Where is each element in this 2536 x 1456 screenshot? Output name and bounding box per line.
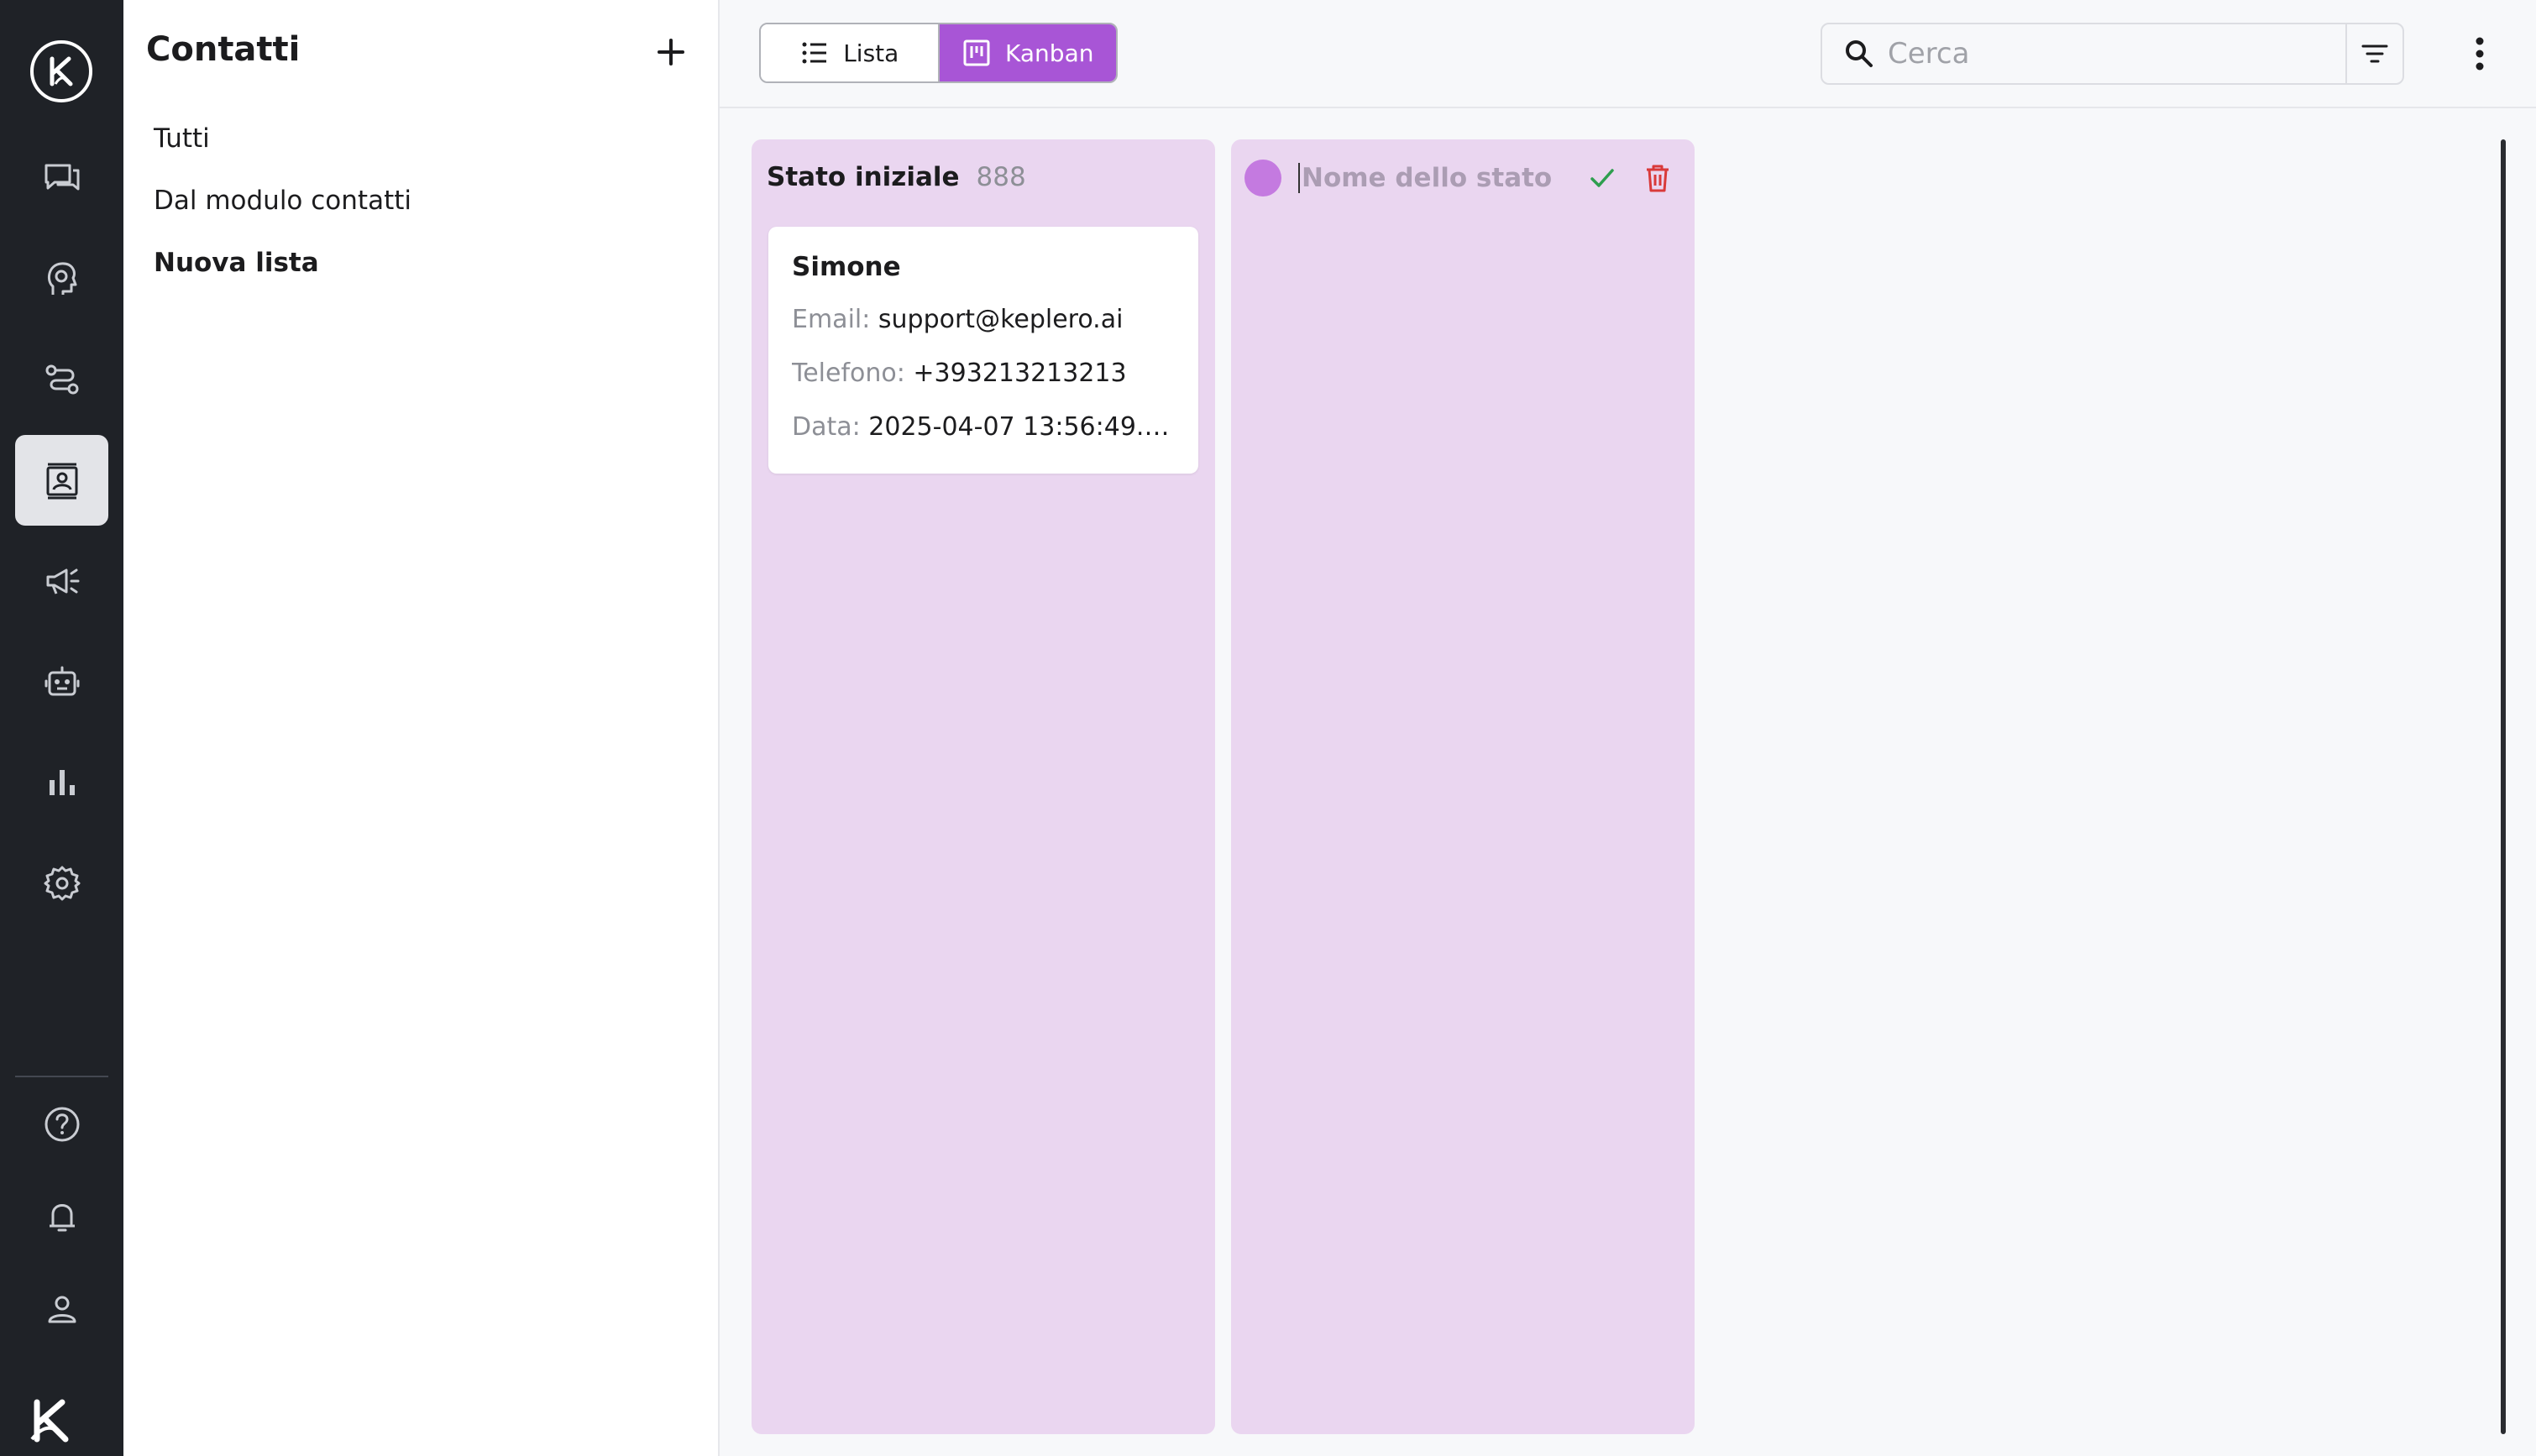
chart-icon[interactable]	[15, 737, 108, 828]
robot-icon[interactable]	[15, 636, 108, 727]
check-icon	[1590, 169, 1614, 187]
megaphone-icon[interactable]	[15, 536, 108, 626]
help-icon[interactable]	[15, 1079, 108, 1170]
settings-icon[interactable]	[15, 838, 108, 929]
bell-icon[interactable]	[15, 1171, 108, 1262]
contact-date-row: Data: 2025-04-07 13:56:49.4...	[792, 413, 1175, 467]
email-value: support@keplero.ai	[878, 306, 1124, 334]
trash-icon	[1647, 165, 1669, 192]
delete-state-button[interactable]	[1641, 161, 1674, 195]
kanban-column: Stato iniziale 888 Simone Email: support…	[752, 139, 1215, 1434]
chat-icon[interactable]	[15, 133, 108, 223]
list-item-nuova-lista[interactable]: Nuova lista	[154, 242, 411, 304]
logo-icon[interactable]	[30, 40, 92, 102]
rail-divider	[15, 1076, 108, 1077]
lightbulb-head-icon[interactable]	[15, 233, 108, 324]
more-options-button[interactable]	[2461, 30, 2498, 77]
search-input[interactable]	[1888, 37, 2358, 71]
date-value: 2025-04-07 13:56:49.4...	[868, 413, 1175, 442]
contact-name: Simone	[792, 252, 901, 282]
view-kanban-button[interactable]: Kanban	[939, 24, 1116, 81]
view-list-button[interactable]: Lista	[761, 24, 940, 81]
view-list-label: Lista	[843, 39, 899, 67]
phone-value: +393213213213	[913, 359, 1127, 388]
workflow-icon[interactable]	[15, 334, 108, 425]
search-icon	[1846, 40, 1873, 67]
search-box	[1821, 23, 2404, 85]
contacts-icon[interactable]	[15, 435, 108, 526]
column-name: Stato iniziale	[767, 162, 960, 192]
contact-card[interactable]: Simone Email: support@keplero.ai Telefon…	[768, 227, 1198, 474]
contact-phone-row: Telefono: +393213213213	[792, 359, 1175, 413]
new-state-editor	[1244, 156, 1681, 200]
more-vertical-icon	[2476, 37, 2484, 71]
panel-title: Contatti	[146, 30, 301, 69]
date-label: Data:	[792, 413, 861, 442]
lists-menu: Tutti Dal modulo contatti Nuova lista	[154, 118, 411, 304]
add-list-button[interactable]	[652, 34, 689, 71]
filter-icon	[2361, 45, 2388, 63]
kanban-icon	[963, 39, 990, 66]
brand-logo-icon	[29, 1397, 79, 1444]
state-color-picker[interactable]	[1244, 160, 1281, 196]
filter-button[interactable]	[2345, 24, 2402, 83]
view-toggle: Lista Kanban	[759, 23, 1118, 83]
phone-label: Telefono:	[792, 359, 905, 388]
email-label: Email:	[792, 306, 871, 334]
confirm-state-button[interactable]	[1585, 161, 1619, 195]
toolbar: Lista Kanban	[720, 0, 2536, 108]
list-item-dal-modulo-contatti[interactable]: Dal modulo contatti	[154, 180, 411, 242]
nav-rail	[0, 0, 123, 1456]
user-icon[interactable]	[15, 1264, 108, 1354]
column-header: Stato iniziale 888	[767, 156, 1026, 198]
contact-email-row: Email: support@keplero.ai	[792, 306, 1175, 359]
view-kanban-label: Kanban	[1005, 39, 1094, 67]
new-state-column	[1231, 139, 1695, 1434]
lists-panel: Contatti Tutti Dal modulo contatti Nuova…	[123, 0, 720, 1456]
plus-icon	[658, 39, 684, 65]
board-scrollbar[interactable]	[2501, 139, 2506, 1434]
list-icon	[802, 42, 827, 64]
list-item-tutti[interactable]: Tutti	[154, 118, 411, 180]
column-count: 888	[976, 162, 1026, 192]
state-name-input[interactable]	[1298, 163, 1575, 193]
